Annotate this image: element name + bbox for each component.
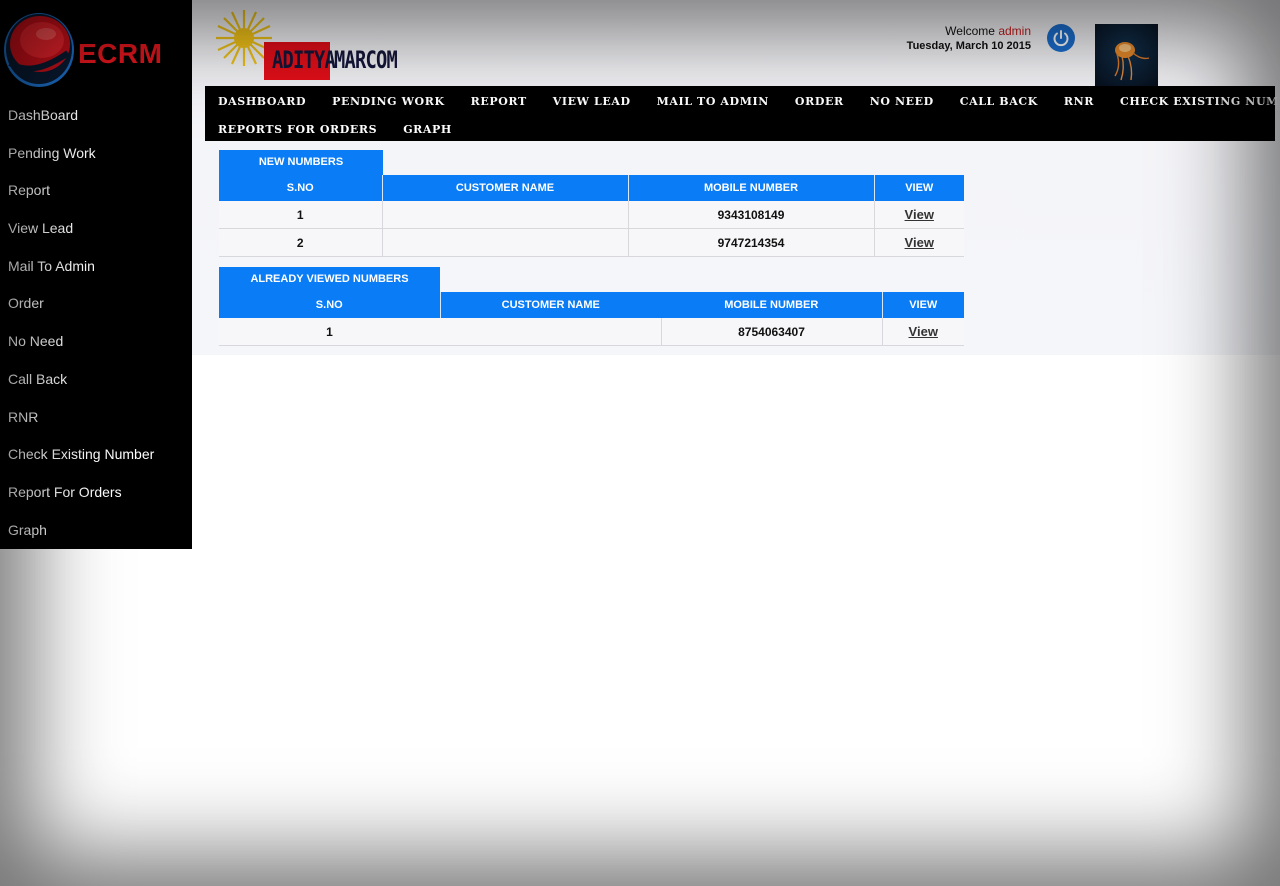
sidebar-item-report[interactable]: Report [0,172,192,210]
already-viewed-numbers-title: ALREADY VIEWED NUMBERS [219,267,440,292]
nav-dashboard[interactable]: DASHBOARD [205,88,319,116]
cell-sno: 1 [219,201,383,229]
cell-sno: 2 [219,228,383,257]
view-link[interactable]: View [909,324,938,339]
cell-mobile-number: 9747214354 [628,228,875,257]
ecrm-logo-icon [4,13,74,87]
welcome-message: Welcome admin [892,24,1031,38]
sidebar-item-view-lead[interactable]: View Lead [0,210,192,248]
ecrm-logo[interactable]: ECRM [2,8,188,90]
nav-no-need[interactable]: NO NEED [857,88,947,116]
column-header-view: VIEW [874,175,964,201]
table-header-row: S.NO CUSTOMER NAME MOBILE NUMBER VIEW [219,292,964,318]
brand-text-marcom: MARCOM [334,46,398,74]
cell-view: View [882,318,964,346]
side-menu: DashBoard Pending Work Report View Lead … [0,97,192,549]
nav-view-lead[interactable]: VIEW LEAD [540,88,644,116]
view-link[interactable]: View [905,235,934,250]
current-date: Tuesday, March 10 2015 [906,40,1031,52]
nav-check-existing-number[interactable]: CHECK EXISTING NUMBER [1107,88,1280,116]
nav-row-1: DASHBOARD PENDING WORK REPORT VIEW LEAD … [205,88,1280,116]
sidebar-item-order[interactable]: Order [0,285,192,323]
welcome-label: Welcome [945,24,995,38]
column-header-sno: S.NO [219,175,383,201]
sidebar: ECRM DashBoard Pending Work Report View … [0,0,192,549]
nav-mail-to-admin[interactable]: MAIL TO ADMIN [644,88,782,116]
sidebar-item-no-need[interactable]: No Need [0,323,192,361]
column-header-view: VIEW [882,292,964,318]
cell-view: View [874,201,964,229]
sidebar-item-graph[interactable]: Graph [0,512,192,550]
cell-customer-name [382,228,629,257]
nav-rnr[interactable]: RNR [1051,88,1107,116]
top-nav: DASHBOARD PENDING WORK REPORT VIEW LEAD … [205,86,1280,144]
sidebar-item-rnr[interactable]: RNR [0,399,192,437]
sidebar-item-mail-to-admin[interactable]: Mail To Admin [0,248,192,286]
cell-mobile-number: 8754063407 [661,318,883,346]
table-row: 1 8754063407 View [219,318,964,346]
logo-text: ECRM [78,38,163,69]
power-icon [1053,30,1069,47]
username: admin [998,24,1031,38]
table-row: 2 9747214354 View [219,228,964,257]
table-row: 1 9343108149 View [219,201,964,229]
cell-mobile-number: 9343108149 [628,201,875,229]
nav-reports-for-orders[interactable]: REPORTS FOR ORDERS [205,116,390,144]
sidebar-item-report-for-orders[interactable]: Report For Orders [0,474,192,512]
column-header-customer-name: CUSTOMER NAME [382,175,629,201]
column-header-mobile-number: MOBILE NUMBER [628,175,875,201]
sidebar-item-dashboard[interactable]: DashBoard [0,97,192,135]
nav-graph[interactable]: GRAPH [390,116,465,144]
cell-customer-name [440,318,662,346]
cell-sno: 1 [219,318,440,346]
sidebar-item-check-existing-number[interactable]: Check Existing Number [0,436,192,474]
new-numbers-table: S.NO CUSTOMER NAME MOBILE NUMBER VIEW 1 … [219,175,964,257]
table-header-row: S.NO CUSTOMER NAME MOBILE NUMBER VIEW [219,175,964,201]
brand-text-aditya: ADITYA [272,46,336,74]
brand-logo[interactable]: ADITYA MARCOM [214,8,434,80]
cell-view: View [874,228,964,257]
cell-customer-name [382,201,629,229]
view-link[interactable]: View [905,207,934,222]
power-button[interactable] [1047,24,1075,52]
viewed-numbers-table: S.NO CUSTOMER NAME MOBILE NUMBER VIEW 1 … [219,292,964,346]
sidebar-item-call-back[interactable]: Call Back [0,361,192,399]
nav-report[interactable]: REPORT [458,88,540,116]
avatar[interactable] [1095,24,1158,87]
nav-pending-work[interactable]: PENDING WORK [319,88,458,116]
column-header-mobile-number: MOBILE NUMBER [661,292,883,318]
nav-order[interactable]: ORDER [782,88,857,116]
nav-row-2: REPORTS FOR ORDERS GRAPH [205,116,465,144]
new-numbers-title: NEW NUMBERS [219,150,383,175]
nav-call-back[interactable]: CALL BACK [947,88,1051,116]
column-header-customer-name: CUSTOMER NAME [440,292,661,318]
sidebar-item-pending-work[interactable]: Pending Work [0,135,192,173]
column-header-sno: S.NO [219,292,441,318]
jellyfish-avatar-icon [1114,42,1150,81]
